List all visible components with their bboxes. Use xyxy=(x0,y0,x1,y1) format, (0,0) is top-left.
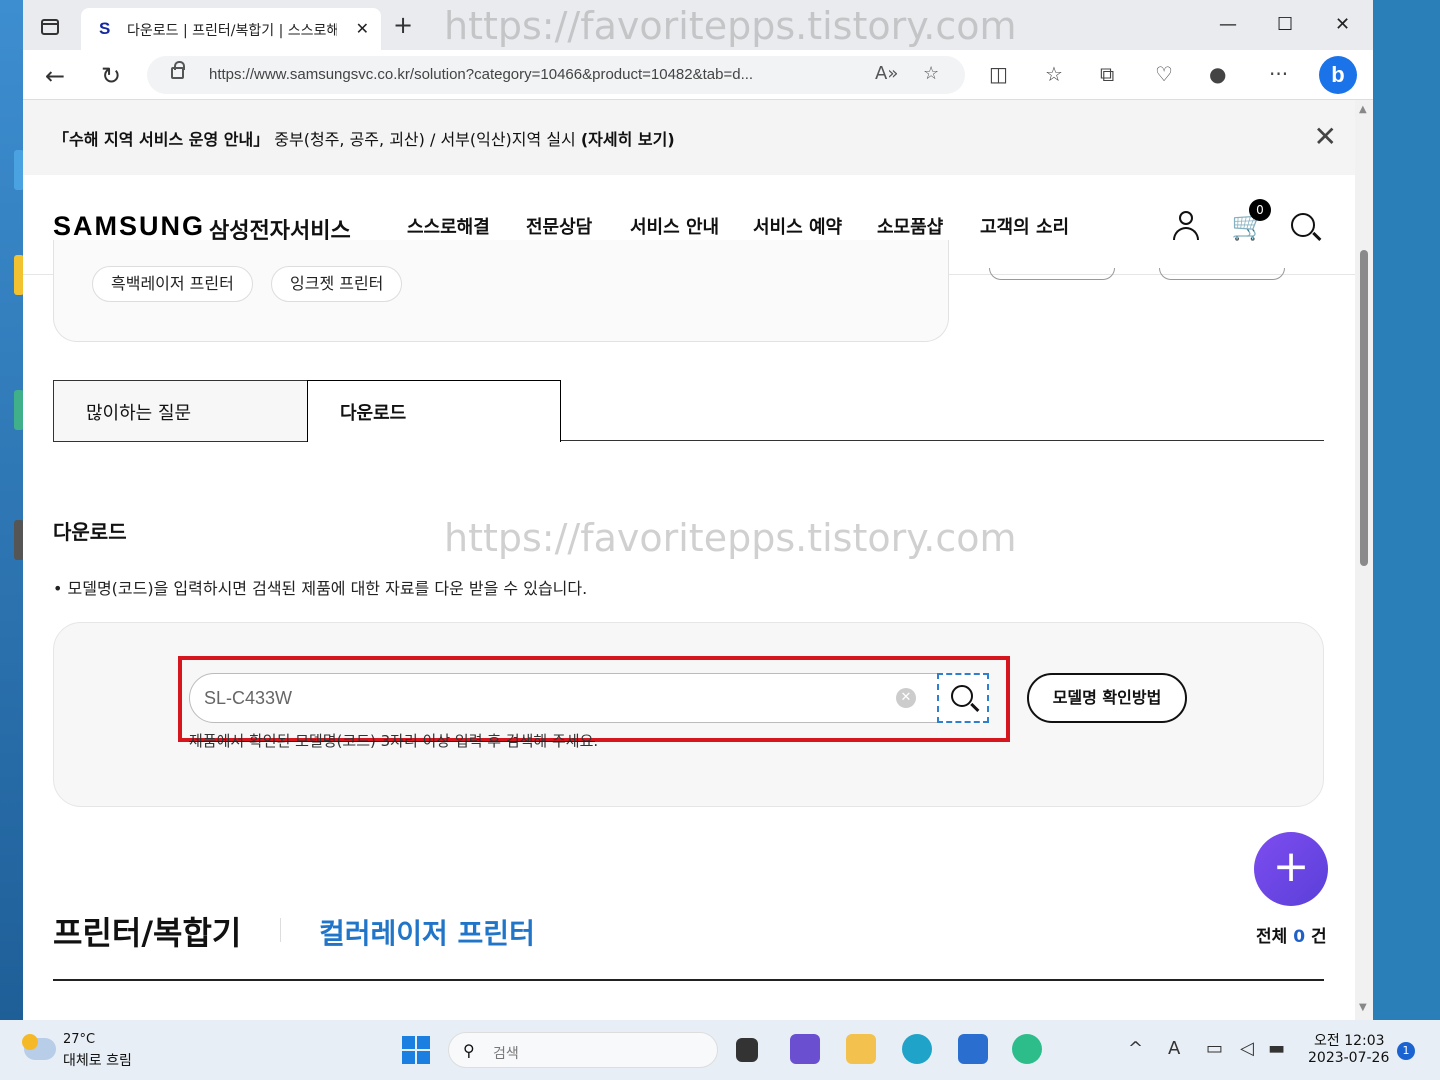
notice-close-icon[interactable]: ✕ xyxy=(1314,120,1337,153)
tab-underline xyxy=(561,440,1324,441)
close-tab-icon[interactable]: ✕ xyxy=(356,19,369,38)
desktop-background xyxy=(0,0,24,1020)
tray-chevron-icon[interactable]: ^ xyxy=(1128,1038,1143,1059)
tab-actions-icon[interactable] xyxy=(41,19,59,35)
read-aloud-icon[interactable]: A» xyxy=(875,63,898,84)
search-icon[interactable] xyxy=(1291,213,1315,237)
battery-icon[interactable]: ▬ xyxy=(1268,1038,1285,1059)
tab-title: 다운로드 | 프린터/복합기 | 스스로해결 xyxy=(127,23,337,39)
windows-taskbar: 27°C 대체로 흐림 ⚲ 검색 ^ A ▭ ◁ ▬ 오전 12:03 2023… xyxy=(0,1020,1440,1080)
taskbar-search-placeholder: 검색 xyxy=(493,1046,519,1062)
browser-essentials-icon[interactable]: ♡ xyxy=(1155,62,1173,86)
total-number: 0 xyxy=(1293,927,1306,947)
cart-count-badge: 0 xyxy=(1249,199,1271,221)
edge-icon[interactable] xyxy=(902,1034,932,1064)
weather-icon[interactable] xyxy=(22,1034,56,1060)
address-bar[interactable]: https://www.samsungsvc.co.kr/solution?ca… xyxy=(147,56,965,94)
refresh-icon[interactable]: ↻ xyxy=(101,62,121,90)
more-options-icon[interactable]: ··· xyxy=(1269,62,1288,86)
new-tab-icon[interactable]: + xyxy=(393,13,413,37)
section-divider xyxy=(53,979,1324,981)
weather-temperature[interactable]: 27°C xyxy=(63,1032,95,1047)
scroll-thumb[interactable] xyxy=(1360,250,1368,566)
category-sub-title: 컬러레이저 프린터 xyxy=(319,917,535,950)
favorites-icon[interactable]: ☆ xyxy=(1045,62,1063,86)
lock-icon[interactable] xyxy=(171,61,185,79)
store-icon[interactable] xyxy=(958,1034,988,1064)
section-description: • 모델명(코드)을 입력하시면 검색된 제품에 대한 자료를 다운 받을 수 … xyxy=(53,579,588,598)
page-scrollbar[interactable]: ▲ ▼ xyxy=(1355,100,1373,1020)
category-chip-partial[interactable] xyxy=(1159,268,1285,280)
notice-detail-link[interactable]: (자세히 보기) xyxy=(581,130,675,149)
file-explorer-icon[interactable] xyxy=(846,1034,876,1064)
network-icon[interactable]: ▭ xyxy=(1206,1038,1223,1059)
clock-date[interactable]: 2023-07-26 xyxy=(1308,1050,1389,1066)
taskbar-search[interactable]: ⚲ 검색 xyxy=(448,1032,718,1068)
menu-consult[interactable]: 전문상담 xyxy=(526,213,592,239)
menu-customer-voice[interactable]: 고객의 소리 xyxy=(980,213,1069,239)
watermark-middle: https://favoritepps.tistory.com xyxy=(444,516,1017,560)
samsung-favicon-icon: S xyxy=(99,19,111,38)
category-chip-partial[interactable] xyxy=(989,268,1115,280)
split-screen-icon[interactable]: ◫ xyxy=(989,62,1008,86)
tab-download[interactable]: 다운로드 xyxy=(307,380,561,442)
total-count: 전체 0 건 xyxy=(1256,922,1327,947)
model-help-button[interactable]: 모델명 확인방법 xyxy=(1027,673,1187,723)
chip-inkjet[interactable]: 잉크젯 프린터 xyxy=(271,266,403,302)
total-suffix: 건 xyxy=(1305,927,1327,947)
maximize-icon[interactable]: ☐ xyxy=(1277,14,1293,35)
page-content: 「수해 지역 서비스 운영 안내」 중부(청주, 공주, 괴산) / 서부(익산… xyxy=(23,100,1355,1020)
back-icon[interactable]: ← xyxy=(45,62,65,90)
profile-avatar[interactable]: ● xyxy=(1209,62,1226,86)
app-icon[interactable] xyxy=(790,1034,820,1064)
browser-window: S 다운로드 | 프린터/복합기 | 스스로해결 ✕ + — ☐ ✕ ← ↻ h… xyxy=(23,0,1373,1020)
ime-indicator-icon[interactable]: A xyxy=(1168,1038,1180,1059)
scroll-up-icon[interactable]: ▲ xyxy=(1359,104,1367,115)
watermark-top: https://favoritepps.tistory.com xyxy=(444,4,1017,48)
menu-reservation[interactable]: 서비스 예약 xyxy=(753,213,842,239)
favorite-star-icon[interactable]: ☆ xyxy=(923,63,939,84)
scroll-down-icon[interactable]: ▼ xyxy=(1359,1002,1367,1013)
task-view-icon[interactable] xyxy=(736,1038,758,1062)
menu-service-guide[interactable]: 서비스 안내 xyxy=(630,213,719,239)
clock-time[interactable]: 오전 12:03 xyxy=(1314,1030,1385,1050)
weather-description[interactable]: 대체로 흐림 xyxy=(63,1050,132,1070)
menu-parts-shop[interactable]: 소모품샵 xyxy=(877,213,943,239)
address-bar-row: ← ↻ https://www.samsungsvc.co.kr/solutio… xyxy=(23,50,1373,100)
notice-banner: 「수해 지역 서비스 운영 안내」 중부(청주, 공주, 괴산) / 서부(익산… xyxy=(23,100,1355,175)
notice-strong: 「수해 지역 서비스 운영 안내」 xyxy=(53,130,270,149)
total-prefix: 전체 xyxy=(1256,927,1294,947)
url-text[interactable]: https://www.samsungsvc.co.kr/solution?ca… xyxy=(209,66,859,83)
close-window-icon[interactable]: ✕ xyxy=(1335,14,1350,35)
notice-body: 중부(청주, 공주, 괴산) / 서부(익산)지역 실시 xyxy=(269,130,581,149)
category-divider xyxy=(280,918,281,942)
section-title: 다운로드 xyxy=(53,520,127,544)
tab-faq[interactable]: 많이하는 질문 xyxy=(53,380,307,442)
category-main-title: 프린터/복합기 xyxy=(53,914,242,952)
help-strike-line xyxy=(189,741,595,742)
chip-mono-laser[interactable]: 흑백레이저 프린터 xyxy=(92,266,253,302)
user-icon[interactable] xyxy=(1173,211,1199,241)
search-icon: ⚲ xyxy=(463,1041,475,1060)
app-icon[interactable] xyxy=(1012,1034,1042,1064)
plus-fab-icon[interactable]: + xyxy=(1254,832,1328,906)
notice-text: 「수해 지역 서비스 운영 안내」 중부(청주, 공주, 괴산) / 서부(익산… xyxy=(53,126,675,150)
samsung-logo[interactable]: SAMSUNG xyxy=(53,211,205,242)
collections-icon[interactable]: ⧉ xyxy=(1100,62,1114,86)
windows-start-icon[interactable] xyxy=(402,1036,430,1064)
notification-badge[interactable]: 1 xyxy=(1397,1042,1415,1060)
browser-tab[interactable]: S 다운로드 | 프린터/복합기 | 스스로해결 ✕ xyxy=(81,8,381,50)
minimize-icon[interactable]: — xyxy=(1219,14,1237,35)
bing-copilot-icon[interactable]: b xyxy=(1319,56,1357,94)
volume-icon[interactable]: ◁ xyxy=(1240,1038,1254,1059)
